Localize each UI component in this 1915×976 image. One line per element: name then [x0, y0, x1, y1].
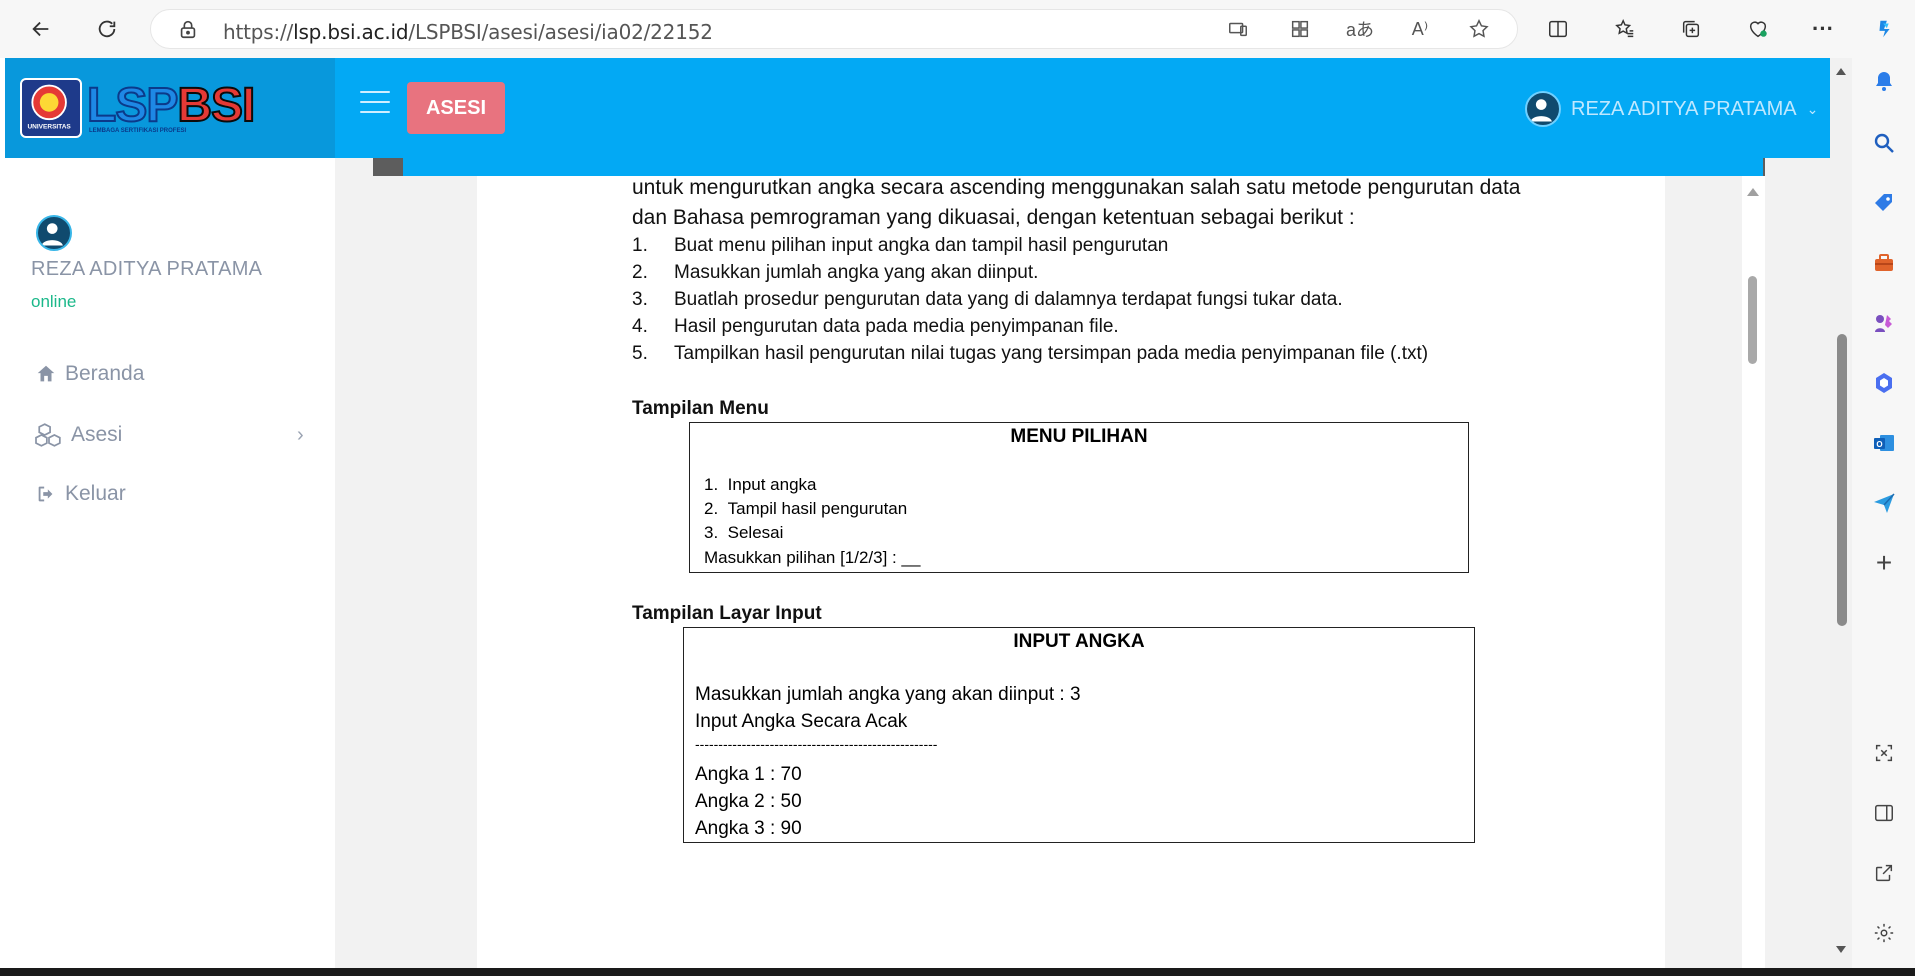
- url-host: lsp.bsi.ac.id: [293, 20, 409, 44]
- settings-gear-icon[interactable]: [1869, 918, 1899, 948]
- browser-essentials-icon[interactable]: [1743, 14, 1773, 44]
- intro-line-2: dan Bahasa pemrograman yang dikuasai, de…: [632, 206, 1355, 229]
- sidebar-item-label: Asesi: [71, 423, 123, 446]
- bell-icon[interactable]: [1869, 66, 1899, 96]
- add-icon[interactable]: +: [1869, 547, 1899, 578]
- menu-option: 2. Tampil hasil pengurutan: [704, 499, 908, 518]
- sidebar-avatar: [36, 215, 72, 251]
- scroll-up-arrow-icon[interactable]: [1747, 188, 1759, 196]
- sidebar-toggle-icon[interactable]: [1869, 798, 1899, 828]
- logo-area[interactable]: UNIVERSITAS LSPBSI LEMBAGA SERTIFIKASI P…: [5, 58, 335, 158]
- menu-box: MENU PILIHAN 1. Input angka 2. Tampil ha…: [689, 422, 1469, 573]
- document-page: untuk mengurutkan angka secara ascending…: [477, 176, 1665, 968]
- home-icon: [37, 365, 55, 382]
- chevron-down-icon: ⌄: [1806, 100, 1819, 117]
- url-path: /LSPBSI/asesi/asesi/ia02/22152: [408, 20, 713, 44]
- sidebar-item-keluar[interactable]: Keluar: [35, 482, 126, 506]
- sidebar-item-label: Keluar: [65, 482, 126, 505]
- input-line: Masukkan jumlah angka yang akan diinput …: [695, 684, 1081, 705]
- screenshot-icon[interactable]: [1869, 738, 1899, 768]
- page-scroll-down-icon[interactable]: [1836, 946, 1846, 953]
- outlook-icon[interactable]: O: [1869, 428, 1899, 458]
- read-aloud-icon[interactable]: A⁾: [1405, 14, 1435, 44]
- cubes-icon: [35, 423, 61, 447]
- address-bar[interactable]: https://lsp.bsi.ac.id/LSPBSI/asesi/asesi…: [150, 9, 1518, 49]
- input-box-title: INPUT ANGKA: [1013, 631, 1145, 652]
- online-status: online: [31, 292, 77, 311]
- toolbox-icon[interactable]: [1869, 248, 1899, 278]
- hamburger-menu-icon[interactable]: [360, 91, 390, 115]
- collections-icon[interactable]: [1676, 14, 1706, 44]
- search-icon[interactable]: [1869, 128, 1899, 158]
- back-arrow-icon[interactable]: [26, 14, 56, 44]
- translate-icon[interactable]: aあ: [1345, 14, 1375, 44]
- sign-out-icon: [38, 486, 53, 502]
- url-text[interactable]: https://lsp.bsi.ac.id/LSPBSI/asesi/asesi…: [223, 20, 713, 44]
- menu-section-title: Tampilan Menu: [632, 398, 769, 419]
- viewer-margin-left: [373, 176, 477, 968]
- sidebar-user-name: REZA ADITYA PRATAMA: [31, 258, 263, 280]
- list-item: 2. Masukkan jumlah angka yang akan diinpu…: [632, 262, 1039, 283]
- games-icon[interactable]: [1869, 308, 1899, 338]
- app-header: UNIVERSITAS LSPBSI LEMBAGA SERTIFIKASI P…: [5, 58, 1830, 158]
- page-scroll-thumb[interactable]: [1837, 334, 1847, 626]
- refresh-icon[interactable]: [92, 14, 122, 44]
- menu-option: 1. Input angka: [704, 475, 817, 494]
- angka-entry: Angka 2 : 50: [695, 791, 802, 812]
- sidebar: REZA ADITYA PRATAMA online Beranda Asesi…: [5, 158, 335, 968]
- separator-line: ----------------------------------------…: [695, 736, 938, 752]
- viewer-top-bar: [403, 158, 1763, 176]
- sidebar-item-asesi[interactable]: Asesi: [35, 422, 122, 448]
- sidebar-item-label: Beranda: [65, 362, 145, 385]
- taskbar-strip: [0, 968, 1915, 976]
- menu-box-title: MENU PILIHAN: [1010, 426, 1148, 447]
- user-menu[interactable]: REZA ADITYA PRATAMA ⌄: [1525, 91, 1818, 127]
- menu-prompt: Masukkan pilihan [1/2/3] : __: [704, 548, 921, 567]
- page-scroll-up-icon[interactable]: [1836, 68, 1846, 75]
- angka-entry: Angka 3 : 90: [695, 818, 802, 839]
- copilot-icon[interactable]: [1870, 14, 1900, 44]
- apps-grid-icon[interactable]: [1285, 14, 1315, 44]
- shopping-tag-icon[interactable]: [1869, 188, 1899, 218]
- edge-sidebar: O +: [1852, 58, 1915, 976]
- logo-bsi-text: BSI: [176, 79, 256, 132]
- role-chip-button[interactable]: ASESI: [407, 82, 505, 134]
- favorites-list-icon[interactable]: [1610, 14, 1640, 44]
- angka-entry: Angka 1 : 70: [695, 764, 802, 785]
- more-options-icon[interactable]: ···: [1808, 14, 1838, 44]
- favorite-star-icon[interactable]: [1464, 14, 1494, 44]
- list-item: 3. Buatlah prosedur pengurutan data yang …: [632, 289, 1343, 310]
- badge-caption: UNIVERSITAS: [27, 124, 71, 131]
- viewer-scrollbar[interactable]: [1742, 176, 1765, 968]
- logo-subtitle: LEMBAGA SERTIFIKASI PROFESI: [89, 128, 187, 134]
- browser-toolbar: https://lsp.bsi.ac.id/LSPBSI/asesi/asesi…: [0, 0, 1915, 58]
- university-badge-logo: UNIVERSITAS: [20, 78, 82, 138]
- viewer-scroll-thumb[interactable]: [1748, 276, 1757, 364]
- chevron-right-icon[interactable]: ›: [297, 424, 304, 447]
- device-icon[interactable]: [1223, 14, 1253, 44]
- input-section-title: Tampilan Layar Input: [632, 603, 822, 624]
- page-scrollbar[interactable]: [1830, 58, 1852, 968]
- send-icon[interactable]: [1869, 488, 1899, 518]
- input-line: Input Angka Secara Acak: [695, 711, 908, 732]
- menu-option: 3. Selesai: [704, 523, 784, 542]
- list-item: 4. Hasil pengurutan data pada media penyi…: [632, 316, 1119, 337]
- lock-icon[interactable]: [177, 18, 199, 42]
- lsp-bsi-logo: LSPBSI: [86, 79, 256, 132]
- list-item: 1. Buat menu pilihan input angka dan tamp…: [632, 235, 1169, 256]
- sidebar-item-beranda[interactable]: Beranda: [35, 362, 144, 386]
- split-screen-icon[interactable]: [1543, 14, 1573, 44]
- input-box: INPUT ANGKA Masukkan jumlah angka yang a…: [683, 627, 1475, 843]
- microsoft-365-icon[interactable]: [1869, 368, 1899, 398]
- avatar: [1525, 91, 1561, 127]
- logo-lsp-text: LSP: [86, 79, 179, 132]
- header-user-name: REZA ADITYA PRATAMA: [1571, 97, 1797, 120]
- external-link-icon[interactable]: [1869, 858, 1899, 888]
- intro-line-1: untuk mengurutkan angka secara ascending…: [632, 176, 1521, 199]
- svg-text:O: O: [1876, 440, 1882, 449]
- list-item: 5. Tampilkan hasil pengurutan nilai tugas…: [632, 343, 1429, 364]
- viewer-margin-right: [1665, 176, 1742, 968]
- url-prefix: https://: [223, 20, 294, 44]
